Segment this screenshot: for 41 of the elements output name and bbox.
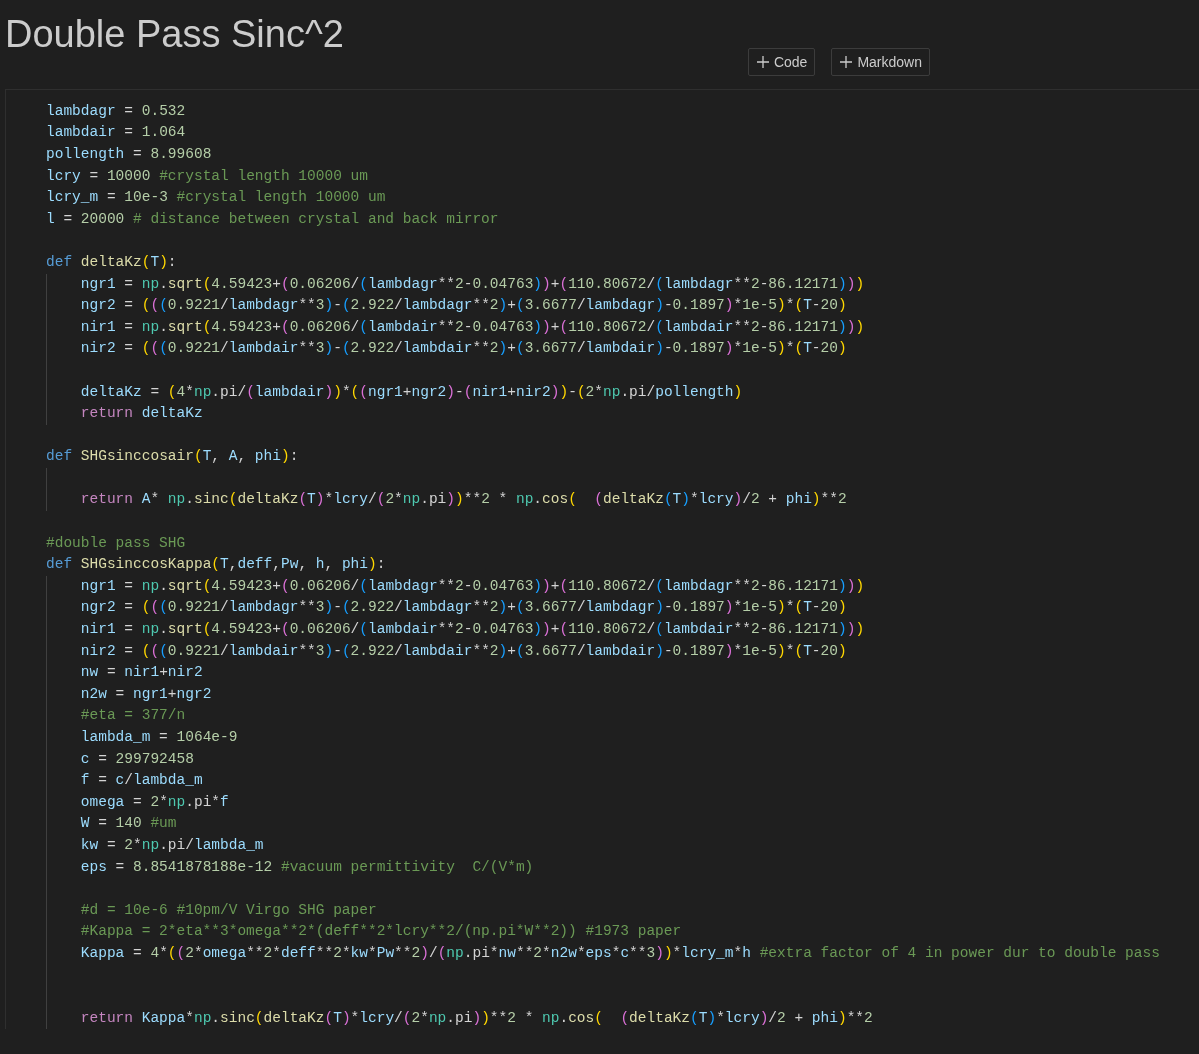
code-line: #d = 10e-6 #10pm/V Virgo SHG paper [46,899,377,922]
code-line: return A* np.sinc(deltaKz(T)*lcry/(2*np.pi))**2 * np.cos( (deltaKz(T)*lcry)/2 + phi)**2 [46,489,847,512]
add-cell-button[interactable]: Markdown [831,47,930,76]
code-cell[interactable] [5,88,1199,1030]
code-line: W = 140 #um [46,813,177,835]
code-line: return deltaKz [46,403,203,425]
code-line: f = c/lambda_m [46,770,203,792]
code-line: ngr1 = np.sqrt(4.59423+(0.06206/(lambdagr**2-0.04763))+(110.80672/(lambdagr**2-86.12171))) [46,273,865,296]
code-line: lambdair = 1.064 [46,123,186,143]
code-line: pollength = 8.99608 [46,145,212,164]
code-line: #Kappa = 2*eta**3*omega**2*(deff**2*lcry**2/(np.pi*W**2)) #1973 paper [46,921,682,943]
plus-icon [839,54,854,69]
code-line: nir1 = np.sqrt(4.59423+(0.06206/(lambdair**2-0.04763))+(110.80672/(lambdair**2-86.12171))) [46,619,865,641]
code-line: def SHGsinccosair(T, A, phi): [46,447,299,467]
code-line: Kappa = 4*((2*omega**2*deff**2*kw*Pw**2)/(np.pi*nw**2*n2w*eps*c**3))*lcry_m*h #extra factor of 4 in power dur to double pass [46,942,1160,965]
plus-icon [755,54,770,69]
code-line: nir2 = (((0.9221/lambdair**3)-(2.922/lambdair**2)+(3.6677/lambdair)-0.1897)*1e-5)*(T-20) [46,640,847,663]
code-line: ngr2 = (((0.9221/lambdagr**3)-(2.922/lambdagr**2)+(3.6677/lambdagr)-0.1897)*1e-5)*(T-20) [46,295,847,317]
code-line: lambdagr = 0.532 [46,101,186,121]
add-cell-button[interactable]: Code [747,47,816,76]
code-line: eps = 8.8541878188e-12 #vacuum permittivity C/(V*m) [46,856,534,879]
code-line: ngr1 = np.sqrt(4.59423+(0.06206/(lambdagr**2-0.04763))+(110.80672/(lambdagr**2-86.12171))) [46,575,865,598]
code-line: lcry = 10000 #crystal length 10000 um [46,166,368,186]
code-line: nir2 = (((0.9221/lambdair**3)-(2.922/lambdair**2)+(3.6677/lambdair)-0.1897)*1e-5)*(T-20) [46,338,847,360]
code-line: #double pass SHG [46,533,186,553]
code-line: def deltaKz(T): [46,252,177,272]
code-line: return Kappa*np.sinc(deltaKz(T)*lcry/(2*np.pi))**2 * np.cos( (deltaKz(T)*lcry)/2 + phi)**2 [46,1007,873,1030]
code-line: omega = 2*np.pi*f [46,791,229,814]
code-line: #eta = 377/n [46,705,186,727]
code-line: kw = 2*np.pi/lambda_m [46,835,264,857]
code-line: c = 299792458 [46,748,194,771]
code-line: deltaKz = (4*np.pi/(lambdair))*((ngr1+ngr2)-(nir1+nir2))-(2*np.pi/pollength) [46,381,743,404]
code-line: lambda_m = 1064e-9 [46,727,238,749]
code-line: l = 20000 # distance between crystal and back mirror [46,209,499,229]
code-line: lcry_m = 10e-3 #crystal length 10000 um [46,188,386,208]
code-line: n2w = ngr1+ngr2 [46,683,212,706]
code-line: def SHGsinccosKappa(T,deff,Pw, h, phi): [46,555,386,575]
code-line: nw = nir1+nir2 [46,662,203,684]
notebook-heading: Double Pass Sinc^2 [4,12,345,56]
code-line: nir1 = np.sqrt(4.59423+(0.06206/(lambdair**2-0.04763))+(110.80672/(lambdair**2-86.12171))) [46,316,865,339]
code-line: ngr2 = (((0.9221/lambdagr**3)-(2.922/lambdagr**2)+(3.6677/lambdagr)-0.1897)*1e-5)*(T-20) [46,597,847,620]
